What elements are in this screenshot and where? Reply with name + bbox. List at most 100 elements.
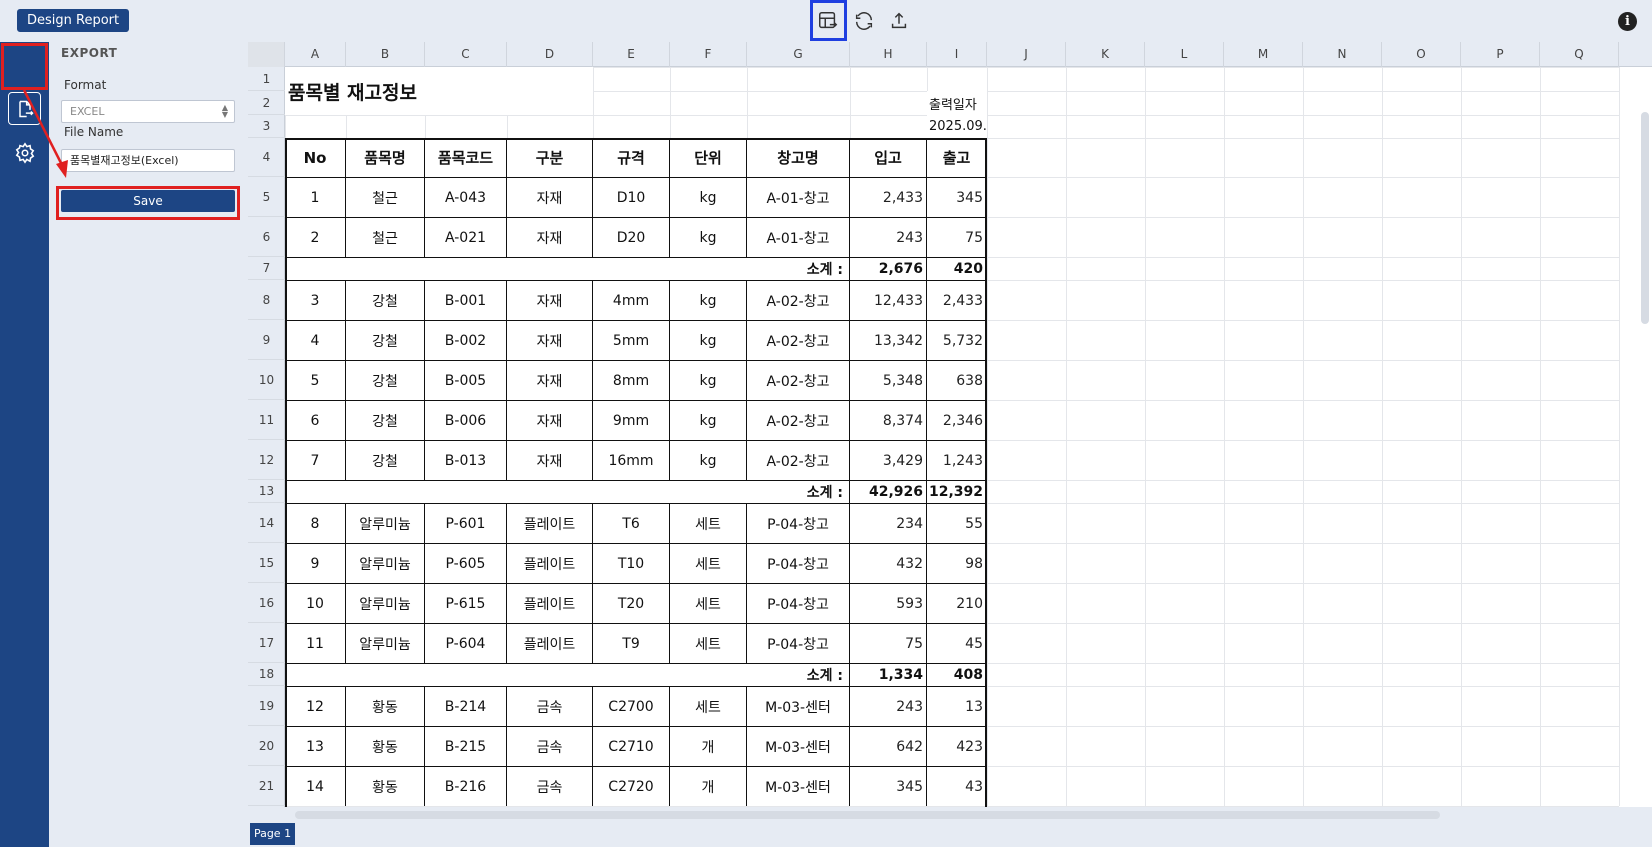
table-cell[interactable]: 세트 (670, 686, 747, 726)
output-date-label[interactable]: 출력일자 (927, 91, 987, 115)
table-cell[interactable]: 12 (285, 686, 346, 726)
table-cell[interactable]: 423 (927, 726, 987, 766)
table-cell[interactable]: A-02-창고 (747, 320, 850, 360)
table-header-cell[interactable]: No (285, 138, 346, 177)
column-header-N[interactable]: N (1303, 42, 1382, 67)
table-cell[interactable]: 2,346 (927, 400, 987, 440)
row-header-18[interactable]: 18 (248, 663, 285, 686)
table-cell[interactable]: M-03-센터 (747, 726, 850, 766)
table-header-cell[interactable]: 품목명 (346, 138, 425, 177)
output-date-value[interactable]: 2025.09. (927, 115, 987, 138)
row-header-21[interactable]: 21 (248, 766, 285, 806)
table-cell[interactable]: 금속 (507, 686, 593, 726)
table-header-cell[interactable]: 창고명 (747, 138, 850, 177)
table-cell[interactable]: 플레이트 (507, 623, 593, 663)
table-cell[interactable]: 강철 (346, 440, 425, 480)
table-cell[interactable]: 5mm (593, 320, 670, 360)
table-cell[interactable]: 1 (285, 177, 346, 217)
table-cell[interactable]: T10 (593, 543, 670, 583)
column-header-E[interactable]: E (593, 42, 670, 67)
table-cell[interactable]: A-02-창고 (747, 360, 850, 400)
table-cell[interactable]: 개 (670, 766, 747, 806)
table-cell[interactable]: 황동 (346, 686, 425, 726)
table-cell[interactable]: 9 (285, 543, 346, 583)
row-header-6[interactable]: 6 (248, 217, 285, 257)
row-header-12[interactable]: 12 (248, 440, 285, 480)
table-cell[interactable]: kg (670, 280, 747, 320)
table-cell[interactable]: 593 (850, 583, 927, 623)
table-cell[interactable]: 철근 (346, 217, 425, 257)
table-cell[interactable]: 세트 (670, 583, 747, 623)
table-cell[interactable]: 2,433 (927, 280, 987, 320)
table-cell[interactable]: A-021 (425, 217, 507, 257)
file-name-input[interactable]: 품목별재고정보(Excel) (61, 149, 235, 172)
row-header-14[interactable]: 14 (248, 503, 285, 543)
table-cell[interactable]: 6 (285, 400, 346, 440)
table-cell[interactable]: P-601 (425, 503, 507, 543)
column-header-J[interactable]: J (987, 42, 1066, 67)
table-cell[interactable]: B-013 (425, 440, 507, 480)
column-header-O[interactable]: O (1382, 42, 1461, 67)
table-cell[interactable]: 2,433 (850, 177, 927, 217)
horizontal-scrollbar[interactable] (295, 811, 1440, 819)
column-header-I[interactable]: I (927, 42, 987, 67)
row-header-19[interactable]: 19 (248, 686, 285, 726)
table-cell[interactable]: C2700 (593, 686, 670, 726)
row-header-10[interactable]: 10 (248, 360, 285, 400)
table-cell[interactable]: 강철 (346, 280, 425, 320)
table-cell[interactable]: P-04-창고 (747, 543, 850, 583)
table-cell[interactable]: 12,433 (850, 280, 927, 320)
spreadsheet[interactable]: ABCDEFGHIJKLMNOPQ 1 2 3 4 5 6 7 8 9 10 11 12 13 14 15 1… (248, 42, 1652, 807)
table-cell[interactable]: 플레이트 (507, 503, 593, 543)
subtotal-in[interactable]: 1,334 (850, 663, 927, 686)
table-cell[interactable]: kg (670, 440, 747, 480)
table-cell[interactable]: 알루미늄 (346, 583, 425, 623)
select-all-corner[interactable] (248, 42, 285, 67)
column-header-D[interactable]: D (507, 42, 593, 67)
column-header-G[interactable]: G (747, 42, 850, 67)
table-cell[interactable]: T6 (593, 503, 670, 543)
table-cell[interactable]: A-02-창고 (747, 280, 850, 320)
table-cell[interactable]: A-043 (425, 177, 507, 217)
table-cell[interactable]: 75 (850, 623, 927, 663)
row-header-11[interactable]: 11 (248, 400, 285, 440)
row-header-9[interactable]: 9 (248, 320, 285, 360)
subtotal-label[interactable]: 소계 : (285, 663, 850, 686)
subtotal-out[interactable]: 420 (927, 257, 987, 280)
row-header-20[interactable]: 20 (248, 726, 285, 766)
export-icon[interactable] (8, 92, 41, 125)
row-header-1[interactable]: 1 (248, 67, 285, 91)
table-cell[interactable]: 황동 (346, 766, 425, 806)
row-header-5[interactable]: 5 (248, 177, 285, 217)
table-header-cell[interactable]: 단위 (670, 138, 747, 177)
table-cell[interactable]: 철근 (346, 177, 425, 217)
table-cell[interactable]: 5 (285, 360, 346, 400)
table-cell[interactable]: T20 (593, 583, 670, 623)
table-cell[interactable]: kg (670, 360, 747, 400)
table-cell[interactable]: 자재 (507, 440, 593, 480)
table-cell[interactable]: 세트 (670, 503, 747, 543)
column-header-K[interactable]: K (1066, 42, 1145, 67)
table-cell[interactable]: 2 (285, 217, 346, 257)
table-cell[interactable]: 642 (850, 726, 927, 766)
table-cell[interactable]: 플레이트 (507, 583, 593, 623)
table-cell[interactable]: 243 (850, 217, 927, 257)
table-cell[interactable]: B-005 (425, 360, 507, 400)
table-cell[interactable]: P-04-창고 (747, 623, 850, 663)
settings-icon[interactable] (12, 140, 38, 166)
subtotal-in[interactable]: 2,676 (850, 257, 927, 280)
table-cell[interactable]: 알루미늄 (346, 623, 425, 663)
format-select[interactable]: EXCEL ▲ ▼ (61, 100, 235, 123)
column-header-B[interactable]: B (346, 42, 425, 67)
table-cell[interactable]: 3,429 (850, 440, 927, 480)
row-header-2[interactable]: 2 (248, 91, 285, 115)
row-header-7[interactable]: 7 (248, 257, 285, 280)
table-cell[interactable]: 13 (285, 726, 346, 766)
table-cell[interactable]: P-04-창고 (747, 503, 850, 543)
table-cell[interactable]: 45 (927, 623, 987, 663)
table-cell[interactable]: B-006 (425, 400, 507, 440)
table-cell[interactable]: 자재 (507, 400, 593, 440)
column-header-F[interactable]: F (670, 42, 747, 67)
table-cell[interactable]: 자재 (507, 217, 593, 257)
table-cell[interactable]: 5,348 (850, 360, 927, 400)
